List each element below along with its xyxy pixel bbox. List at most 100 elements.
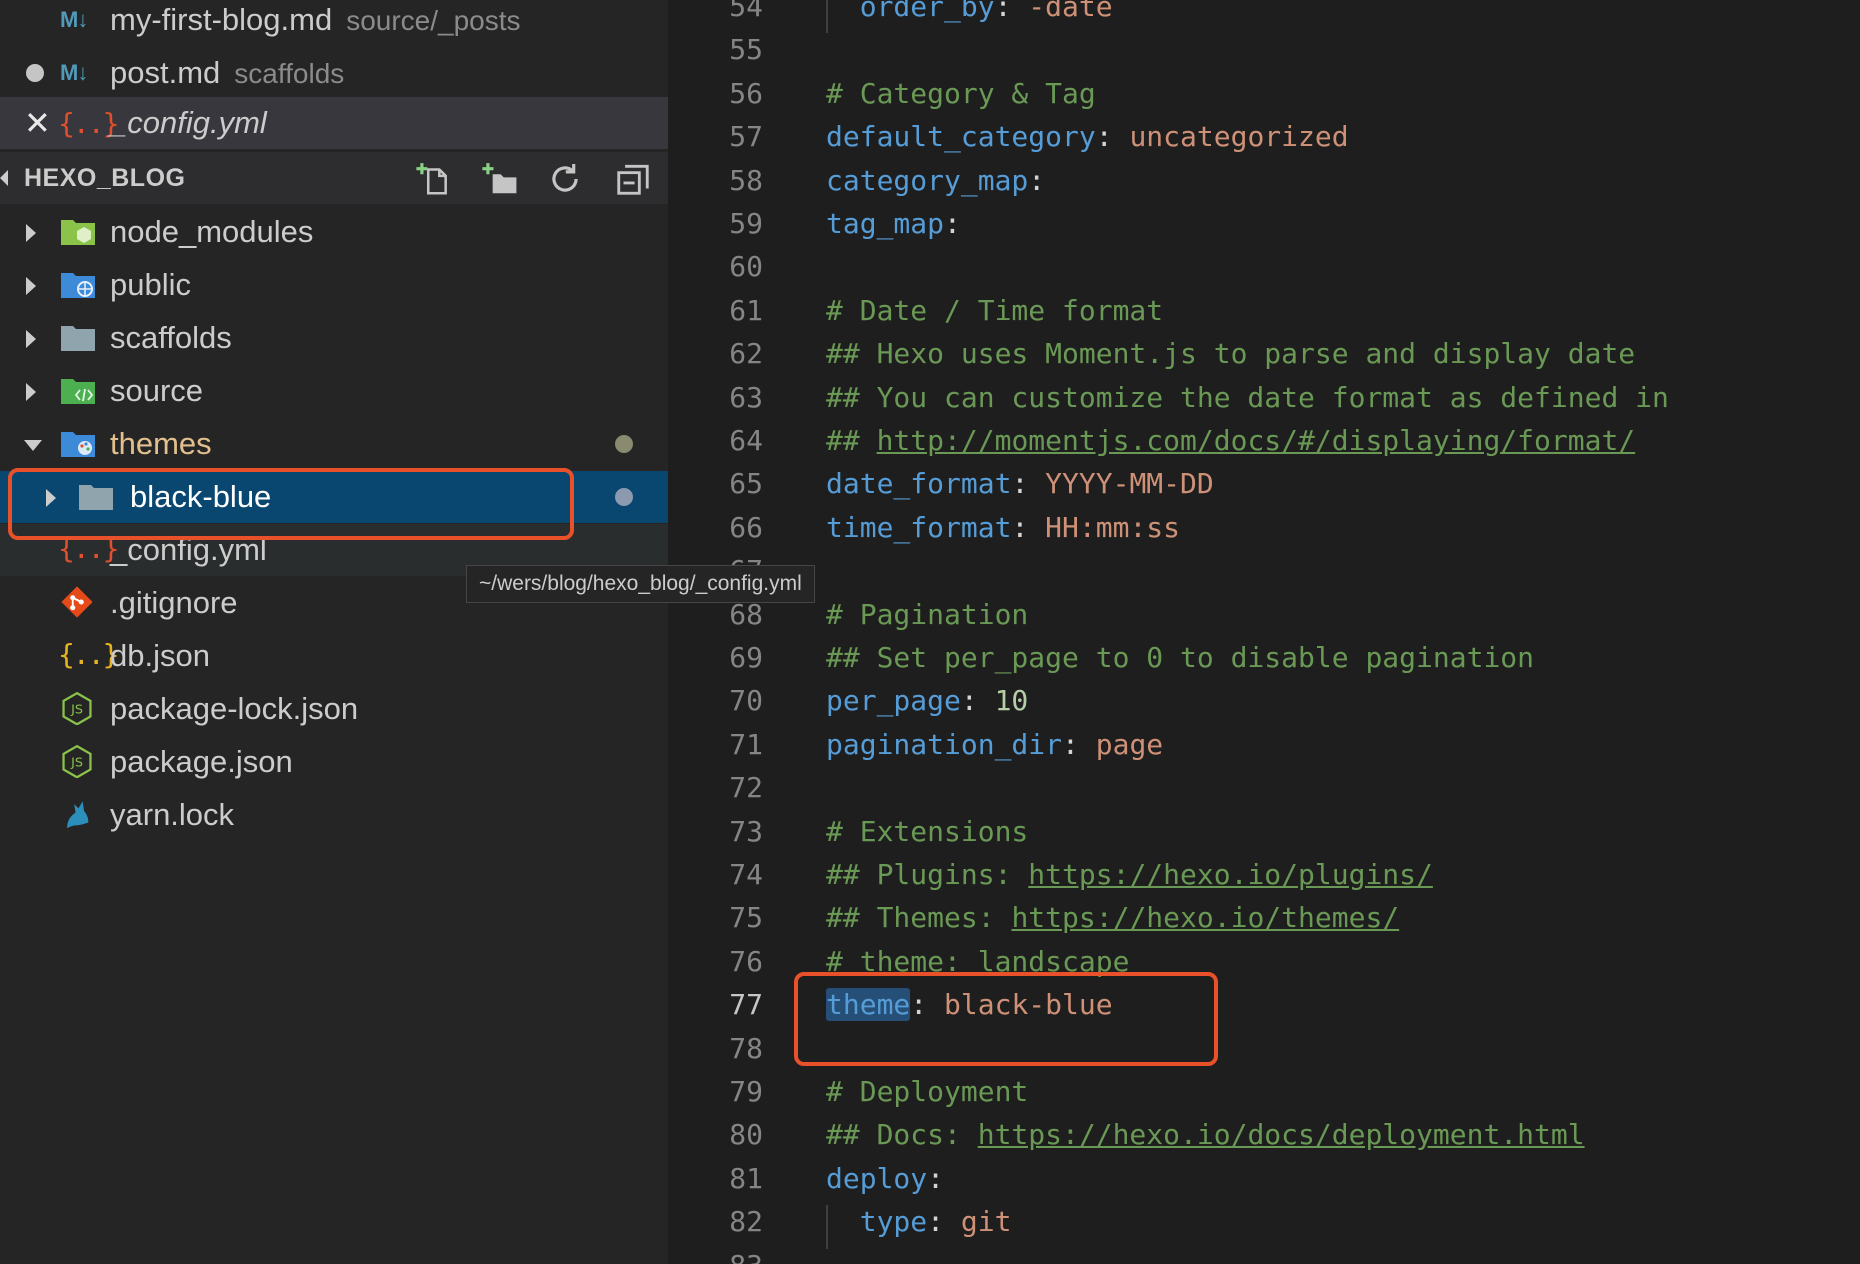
code-token: ## You can customize the date format as …	[826, 380, 1669, 414]
chevron-right-icon	[26, 330, 36, 348]
tree-item-yarn-lock[interactable]: yarn.lock	[0, 789, 668, 841]
line-number: 63	[729, 380, 763, 414]
code-token: ## Plugins:	[826, 858, 1029, 891]
code-content: per_page: 10	[826, 684, 1028, 717]
code-line[interactable]: 70 per_page: 10	[668, 684, 1860, 727]
close-icon[interactable]: ✕	[24, 107, 51, 139]
tree-item-db-json[interactable]: {..} db.json	[0, 630, 668, 682]
code-line[interactable]: 72	[668, 771, 1860, 814]
code-token: :	[944, 207, 961, 240]
code-editor[interactable]: 54 order_by: -date 55 56 # Category & Tag 57…	[668, 0, 1860, 1264]
code-line[interactable]: 79 # Deployment	[668, 1075, 1860, 1118]
line-number: 79	[729, 1075, 763, 1108]
open-editor-config[interactable]: ✕ {..} _config.yml	[0, 97, 668, 149]
markdown-icon: M↓	[60, 60, 88, 85]
folder-highlight-box	[8, 468, 574, 540]
code-line[interactable]: 61 # Date / Time format	[668, 294, 1860, 337]
tree-item-scaffolds[interactable]: scaffolds	[0, 312, 668, 364]
code-token: ##	[826, 424, 877, 457]
unsaved-dot-icon[interactable]	[26, 64, 44, 82]
line-number: 75	[729, 901, 763, 935]
code-token: :	[927, 1161, 945, 1195]
code-content: ## Set per_page to 0 to disable paginati…	[826, 641, 1534, 674]
line-number: 62	[729, 337, 763, 371]
line-number: 72	[729, 771, 763, 805]
line-number: 70	[729, 684, 763, 718]
collapse-all-icon[interactable]	[614, 160, 652, 198]
collapse-icon[interactable]	[0, 170, 8, 186]
line-number: 81	[729, 1161, 763, 1195]
code-token: pagination_dir	[826, 727, 1063, 761]
code-token: default_category	[826, 120, 1096, 154]
code-token: HH:mm:ss	[1045, 510, 1181, 544]
chevron-right-icon	[26, 383, 36, 401]
nodejs-icon: JS	[62, 744, 92, 778]
line-number: 65	[729, 467, 763, 501]
code-line[interactable]: 82 type: git	[668, 1205, 1860, 1248]
code-line[interactable]: 80 ## Docs: https://hexo.io/docs/deployme…	[668, 1118, 1860, 1161]
tree-item-public[interactable]: public	[0, 259, 668, 311]
code-line[interactable]: 75 ## Themes: https://hexo.io/themes/	[668, 901, 1860, 944]
code-content: ## Hexo uses Moment.js to parse and disp…	[826, 337, 1635, 370]
code-token: :	[927, 1205, 961, 1239]
chevron-right-icon	[26, 277, 36, 295]
yarn-icon	[67, 801, 89, 829]
code-line[interactable]: 62 ## Hexo uses Moment.js to parse and di…	[668, 337, 1860, 380]
code-line[interactable]: 59 tag_map:	[668, 207, 1860, 250]
tree-item-label: node_modules	[110, 214, 314, 249]
new-folder-icon[interactable]	[480, 160, 518, 198]
code-line[interactable]: 73 # Extensions	[668, 815, 1860, 858]
project-header[interactable]: HEXO_BLOG	[0, 152, 668, 204]
code-line[interactable]: 67	[668, 554, 1860, 597]
code-content: default_category: uncategorized	[826, 120, 1349, 153]
code-token: # Extensions	[826, 814, 1029, 848]
code-line[interactable]: 83	[668, 1249, 1860, 1264]
git-icon	[61, 586, 93, 618]
code-content: category_map:	[826, 164, 1045, 197]
line-number: 78	[729, 1031, 763, 1065]
code-token: page	[1095, 727, 1164, 761]
tree-item-label: themes	[110, 426, 212, 461]
refresh-icon[interactable]	[546, 160, 584, 198]
tree-item-package-lock[interactable]: JS package-lock.json	[0, 683, 668, 735]
code-token: # Deployment	[826, 1075, 1029, 1108]
code-line[interactable]: 57 default_category: uncategorized	[668, 120, 1860, 163]
open-editor-post[interactable]: M↓ post.md scaffolds	[0, 47, 668, 99]
nodejs-icon: JS	[62, 691, 92, 725]
line-number: 54	[729, 0, 763, 23]
line-number: 83	[668, 1249, 763, 1264]
code-line[interactable]: 63 ## You can customize the date format a…	[668, 381, 1860, 424]
tree-item-node-modules[interactable]: node_modules	[0, 206, 668, 258]
code-line[interactable]: 68 # Pagination	[668, 598, 1860, 641]
code-line[interactable]: 56 # Category & Tag	[668, 77, 1860, 120]
modified-dot-icon	[615, 488, 633, 506]
open-editor-path: scaffolds	[234, 58, 345, 89]
open-editor-my-first-blog[interactable]: M↓ my-first-blog.md source/_posts	[0, 0, 668, 46]
code-line[interactable]: 66 time_format: HH:mm:ss	[668, 511, 1860, 554]
code-token: ## Set per_page to 0 to disable paginati…	[826, 641, 1535, 674]
new-file-icon[interactable]	[414, 160, 452, 198]
code-token: https://hexo.io/docs/deployment.html	[977, 1118, 1585, 1152]
code-token: time_format	[826, 510, 1012, 544]
code-line[interactable]: 74 ## Plugins: https://hexo.io/plugins/	[668, 858, 1860, 901]
code-content: tag_map:	[826, 207, 961, 240]
chevron-right-icon	[26, 224, 36, 242]
modified-dot-icon	[615, 435, 633, 453]
tree-item-label: scaffolds	[110, 320, 232, 355]
code-line[interactable]: 60	[668, 250, 1860, 293]
code-content: # Category & Tag	[826, 77, 1096, 110]
code-line[interactable]: 55	[668, 33, 1860, 76]
line-number: 60	[729, 250, 763, 284]
code-line[interactable]: 65 date_format: YYYY-MM-DD	[668, 467, 1860, 510]
tree-item-package-json[interactable]: JS package.json	[0, 736, 668, 788]
chevron-down-icon	[24, 440, 42, 451]
code-line[interactable]: 71 pagination_dir: page	[668, 728, 1860, 771]
code-line[interactable]: 54 order_by: -date	[668, 0, 1860, 33]
code-line[interactable]: 64 ## http://momentjs.com/docs/#/displayi…	[668, 424, 1860, 467]
tree-item-themes[interactable]: themes	[0, 418, 668, 470]
tree-item-source[interactable]: source	[0, 365, 668, 417]
code-line[interactable]: 81 deploy:	[668, 1162, 1860, 1205]
code-line[interactable]: 69 ## Set per_page to 0 to disable pagina…	[668, 641, 1860, 684]
code-line[interactable]: 58 category_map:	[668, 164, 1860, 207]
tree-item-label: public	[110, 267, 191, 302]
